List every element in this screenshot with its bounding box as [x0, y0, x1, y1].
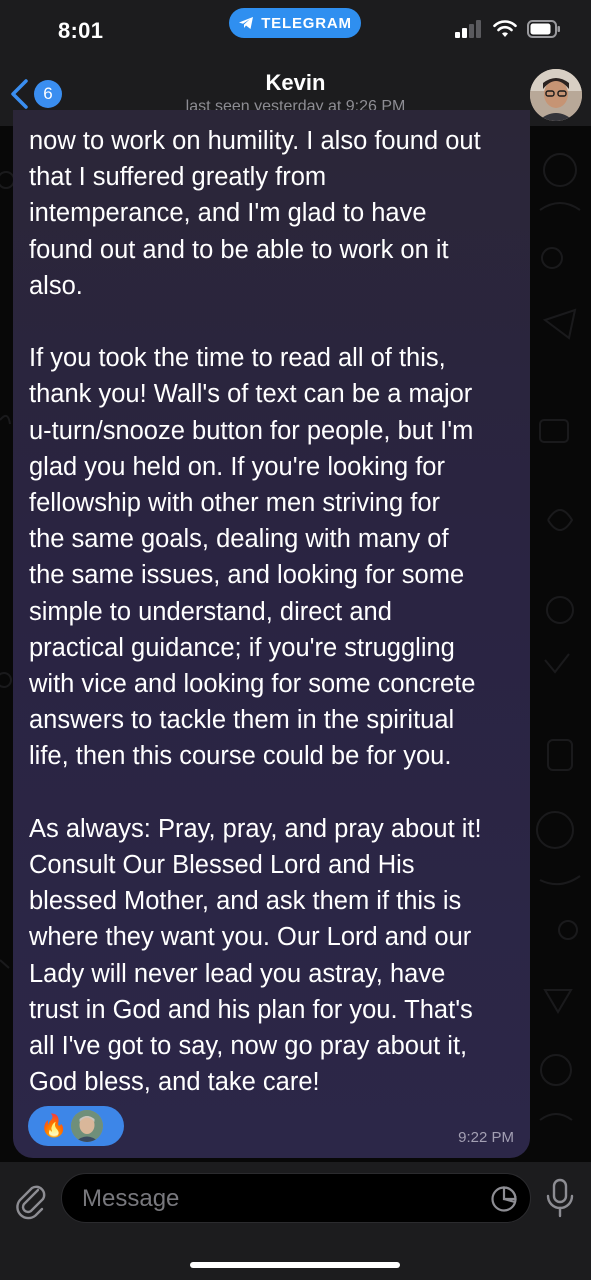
- composer-bar: [0, 1162, 591, 1280]
- avatar-image: [530, 69, 582, 121]
- home-indicator: [190, 1262, 400, 1268]
- signal-icon: [455, 20, 481, 38]
- fire-reaction-icon: 🔥: [40, 1113, 68, 1138]
- reaction-chip[interactable]: 🔥: [28, 1106, 124, 1146]
- message-timestamp: 9:22 PM: [458, 1129, 514, 1146]
- message-text: now to work on humility. I also found ou…: [29, 127, 482, 1097]
- microphone-icon[interactable]: [545, 1178, 575, 1220]
- telegram-pill-label: TELEGRAM: [261, 14, 352, 32]
- telegram-icon: [239, 17, 254, 29]
- message-input[interactable]: [80, 1174, 474, 1224]
- message-bubble[interactable]: now to work on humility. I also found ou…: [13, 110, 530, 1158]
- sticker-icon[interactable]: [490, 1185, 518, 1213]
- chat-header: 8:01 TELEGRAM 6 Kevin last seen yesterda…: [0, 0, 591, 126]
- attach-icon[interactable]: [14, 1180, 48, 1220]
- chat-title[interactable]: Kevin: [0, 70, 591, 96]
- contact-avatar[interactable]: [530, 69, 582, 121]
- wifi-icon: [493, 20, 517, 37]
- telegram-pill[interactable]: TELEGRAM: [229, 8, 361, 38]
- reactor-avatar: [71, 1110, 104, 1142]
- telegram-chat-screen: 8:01 TELEGRAM 6 Kevin last seen yesterda…: [0, 0, 591, 1280]
- reactor-avatar-image: [71, 1110, 104, 1142]
- status-icons: [455, 20, 561, 38]
- battery-icon: [527, 20, 560, 38]
- status-time: 8:01: [58, 18, 104, 43]
- message-field[interactable]: [61, 1173, 531, 1224]
